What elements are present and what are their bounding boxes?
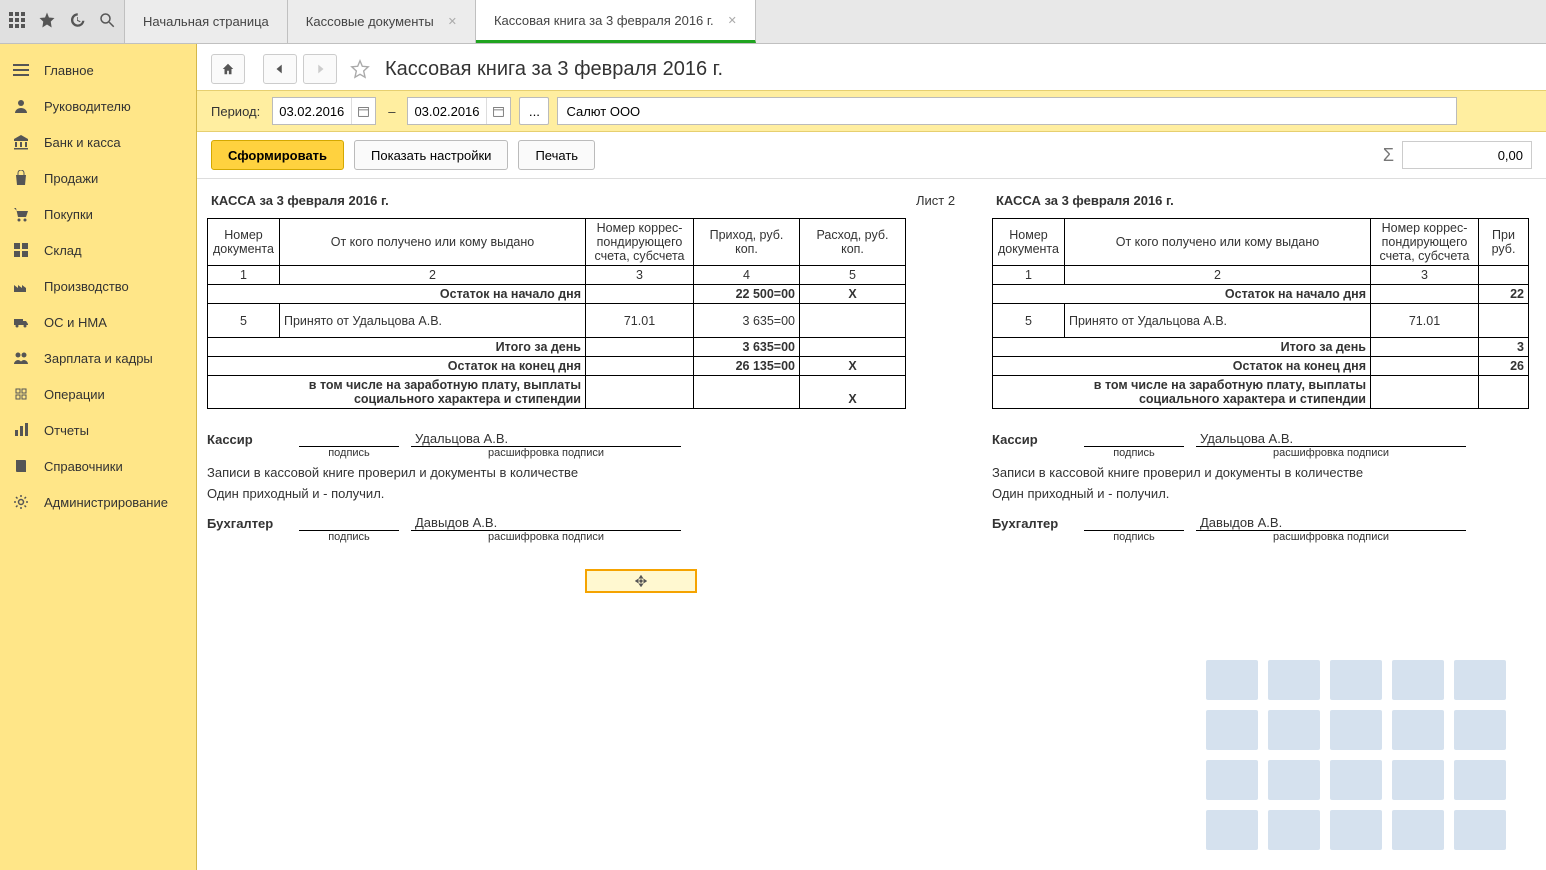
close-icon[interactable]: ✕ [448, 15, 457, 28]
selected-cell[interactable] [585, 569, 697, 593]
col-doc-num: Номер документа [208, 219, 280, 266]
tab-cash-docs[interactable]: Кассовые документы✕ [288, 0, 476, 43]
sidebar-item-bank[interactable]: Банк и касса [0, 124, 196, 160]
date-to-input[interactable] [407, 97, 511, 125]
apps-icon[interactable] [8, 11, 26, 32]
chart-icon [12, 421, 30, 439]
move-cursor-icon [635, 575, 647, 587]
date-from-input[interactable] [272, 97, 376, 125]
watermark [1206, 660, 1506, 850]
sidebar-item-main[interactable]: Главное [0, 52, 196, 88]
period-label: Период: [211, 104, 260, 119]
gear-icon [12, 493, 30, 511]
period-picker-button[interactable]: ... [519, 97, 549, 125]
col-expense: Расход, руб. коп. [800, 219, 906, 266]
sidebar-item-operations[interactable]: Операции [0, 376, 196, 412]
bag-icon [12, 169, 30, 187]
top-tools [0, 0, 125, 43]
back-button[interactable] [263, 54, 297, 84]
action-toolbar: Сформировать Показать настройки Печать Σ [197, 132, 1546, 179]
sidebar-item-production[interactable]: Производство [0, 268, 196, 304]
sheet-title: КАССА за 3 февраля 2016 г. [207, 191, 393, 210]
home-button[interactable] [211, 54, 245, 84]
tab-cash-book[interactable]: Кассовая книга за 3 февраля 2016 г.✕ [476, 0, 756, 43]
organization-input[interactable] [557, 97, 1457, 125]
close-icon[interactable]: ✕ [728, 14, 737, 27]
page-number: Лист 2 [912, 191, 992, 210]
period-toolbar: Период: – ... [197, 90, 1546, 132]
cash-sheet-right: КАССА за 3 февраля 2016 г. Номер докумен… [992, 191, 1529, 543]
forward-button[interactable] [303, 54, 337, 84]
top-bar: Начальная страница Кассовые документы✕ К… [0, 0, 1546, 44]
page-title: Кассовая книга за 3 февраля 2016 г. [385, 58, 723, 81]
favorite-icon[interactable] [349, 58, 371, 80]
sum-input[interactable] [1402, 141, 1532, 169]
col-income: Приход, руб. коп. [694, 219, 800, 266]
sidebar-item-warehouse[interactable]: Склад [0, 232, 196, 268]
cash-table-right: Номер документа От кого получено или ком… [992, 218, 1529, 409]
calendar-icon[interactable] [351, 98, 375, 124]
generate-button[interactable]: Сформировать [211, 140, 344, 170]
truck-icon [12, 313, 30, 331]
cash-table-left: Номер документа От кого получено или ком… [207, 218, 906, 409]
sidebar-item-sales[interactable]: Продажи [0, 160, 196, 196]
factory-icon [12, 277, 30, 295]
header-row: Кассовая книга за 3 февраля 2016 г. [197, 44, 1546, 90]
sidebar-item-admin[interactable]: Администрирование [0, 484, 196, 520]
people-icon [12, 349, 30, 367]
settings-button[interactable]: Показать настройки [354, 140, 508, 170]
cart-icon [12, 205, 30, 223]
cash-sheet-left: КАССА за 3 февраля 2016 г. Номер докумен… [207, 191, 906, 543]
history-icon[interactable] [68, 11, 86, 32]
sidebar-item-reports[interactable]: Отчеты [0, 412, 196, 448]
star-icon[interactable] [38, 11, 56, 32]
col-corr: Номер коррес-пондирующего счета, субсчет… [586, 219, 694, 266]
sidebar-item-refs[interactable]: Справочники [0, 448, 196, 484]
dash: – [384, 104, 399, 119]
sheet-title: КАССА за 3 февраля 2016 г. [992, 191, 1529, 210]
sigma-icon: Σ [1383, 145, 1394, 166]
signature-block-right: Кассир Удальцова А.В. подпись расшифровк… [992, 431, 1529, 543]
print-button[interactable]: Печать [518, 140, 595, 170]
user-icon [12, 97, 30, 115]
signature-block-left: Кассир Удальцова А.В. подпись расшифровк… [207, 431, 906, 543]
menu-icon [12, 61, 30, 79]
sum-box: Σ [1383, 141, 1532, 169]
search-icon[interactable] [98, 11, 116, 32]
book-icon [12, 457, 30, 475]
sidebar-item-assets[interactable]: ОС и НМА [0, 304, 196, 340]
sidebar-item-manager[interactable]: Руководителю [0, 88, 196, 124]
bank-icon [12, 133, 30, 151]
tab-home[interactable]: Начальная страница [125, 0, 288, 43]
sidebar: Главное Руководителю Банк и касса Продаж… [0, 44, 197, 870]
report-area[interactable]: КАССА за 3 февраля 2016 г. Номер докумен… [197, 179, 1546, 870]
calendar-icon[interactable] [486, 98, 510, 124]
ops-icon [12, 385, 30, 403]
sidebar-item-purchases[interactable]: Покупки [0, 196, 196, 232]
grid-icon [12, 241, 30, 259]
col-desc: От кого получено или кому выдано [280, 219, 586, 266]
sidebar-item-hr[interactable]: Зарплата и кадры [0, 340, 196, 376]
